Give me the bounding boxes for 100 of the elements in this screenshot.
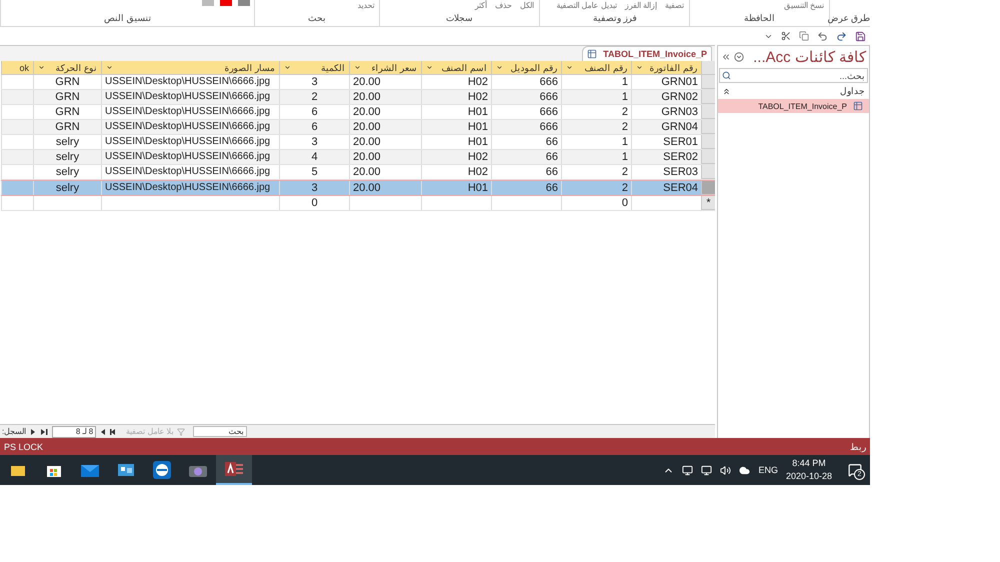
table-cell: 6 xyxy=(279,120,349,134)
ribbon-command[interactable]: إزالة الفرز xyxy=(624,0,658,12)
status-text: PS LOCK xyxy=(4,442,44,452)
dropdown-icon[interactable] xyxy=(354,64,361,71)
search-field[interactable]: بحث xyxy=(192,426,247,437)
column-header[interactable]: الكمية xyxy=(279,61,349,75)
dropdown-icon[interactable] xyxy=(284,64,291,71)
table-cell: 20.00 xyxy=(349,150,421,164)
collapse-icon[interactable] xyxy=(721,52,731,62)
table-cell: 20.00 xyxy=(349,165,421,179)
table-cell: selry xyxy=(33,150,101,164)
table-cell: 5 xyxy=(279,165,349,179)
table-cell: 2 xyxy=(561,181,631,195)
column-header[interactable]: رقم الموديل xyxy=(491,61,561,75)
ribbon-command[interactable]: أكثر xyxy=(474,0,488,12)
table-cell: 2 xyxy=(561,165,631,179)
filter-icon xyxy=(176,428,185,436)
device-icon[interactable] xyxy=(682,464,694,476)
dropdown-icon[interactable] xyxy=(106,64,113,71)
dropdown-icon[interactable] xyxy=(734,52,744,62)
column-header[interactable]: سعر الشراء xyxy=(349,61,421,75)
table-icon xyxy=(853,101,863,111)
group-header[interactable]: جداول xyxy=(840,86,865,96)
table-cell: GRN xyxy=(33,75,101,89)
dropdown-icon[interactable] xyxy=(38,64,45,71)
table-cell: USSEIN\Desktop\HUSSEIN\6666.jpg xyxy=(101,135,279,149)
search-field[interactable]: بحث... xyxy=(719,68,868,83)
dropdown-icon[interactable] xyxy=(426,64,433,71)
table-cell: 3 xyxy=(279,181,349,195)
column-header[interactable]: رقم الصنف xyxy=(561,61,631,75)
column-header[interactable]: ok xyxy=(1,61,33,75)
table-cell: GRN xyxy=(33,90,101,104)
table-cell: USSEIN\Desktop\HUSSEIN\6666.jpg xyxy=(101,90,279,104)
color-swatch[interactable] xyxy=(238,0,250,6)
table-icon xyxy=(587,49,598,59)
color-swatch[interactable] xyxy=(220,0,232,6)
scissors-icon[interactable] xyxy=(781,31,791,41)
ribbon-command[interactable]: نسخ التنسيق xyxy=(782,0,825,12)
table-cell: 2 xyxy=(279,90,349,104)
table-cell: H01 xyxy=(421,120,491,134)
table-cell: 20.00 xyxy=(349,105,421,119)
table-cell: 2 xyxy=(561,120,631,134)
ribbon-command[interactable]: الكل xyxy=(519,0,536,12)
nav-pane-title: كافة كائنات Acc... xyxy=(753,48,866,66)
table-cell: 666 xyxy=(491,90,561,104)
network-icon[interactable] xyxy=(701,464,712,476)
table-cell: 0 xyxy=(561,196,631,210)
ribbon-command[interactable]: تبديل عامل التصفية xyxy=(555,0,618,12)
table-cell: 66 xyxy=(491,150,561,164)
nav-item[interactable]: TABOL_ITEM_Invoice_P xyxy=(718,99,869,113)
database-app-icon[interactable] xyxy=(216,455,252,485)
ribbon-group-label: تنسيق النص xyxy=(102,12,152,24)
last-record-button[interactable] xyxy=(40,428,48,436)
table-cell: USSEIN\Desktop\HUSSEIN\6666.jpg xyxy=(101,181,279,195)
table-cell: selry xyxy=(33,135,101,149)
table-cell: GRN04 xyxy=(631,120,701,134)
table-cell: GRN01 xyxy=(631,75,701,89)
copy-icon[interactable] xyxy=(799,31,809,41)
table-cell: 666 xyxy=(491,105,561,119)
table-cell: 1 xyxy=(561,75,631,89)
column-header[interactable]: نوع الحركة xyxy=(33,61,101,75)
table-cell: H02 xyxy=(421,150,491,164)
language-indicator[interactable]: ENG xyxy=(758,465,778,475)
ribbon-command[interactable]: حذف xyxy=(494,0,514,12)
cloud-icon[interactable] xyxy=(739,464,750,476)
table-cell: USSEIN\Desktop\HUSSEIN\6666.jpg xyxy=(101,105,279,119)
table-cell: 66 xyxy=(491,165,561,179)
table-cell: 1 xyxy=(561,90,631,104)
previous-record-button[interactable] xyxy=(100,428,106,436)
table-cell: H02 xyxy=(421,90,491,104)
table-tab[interactable]: TABOL_ITEM_Invoice_P xyxy=(582,46,712,61)
collapse-icon[interactable] xyxy=(722,86,731,96)
undo-icon[interactable] xyxy=(817,30,828,42)
column-header[interactable]: اسم الصنف xyxy=(421,61,491,75)
column-header[interactable]: رقم الفاتورة xyxy=(631,61,701,75)
table-cell: H02 xyxy=(421,75,491,89)
table-cell: 1 xyxy=(561,135,631,149)
ribbon-command[interactable]: تحديد xyxy=(356,0,376,12)
table-cell: 666 xyxy=(491,120,561,134)
record-position-field[interactable]: 8 لـ 8 xyxy=(52,426,96,438)
save-icon[interactable] xyxy=(855,30,866,42)
dropdown-icon[interactable] xyxy=(496,64,503,71)
table-cell: 20.00 xyxy=(349,120,421,134)
table-cell: 4 xyxy=(279,150,349,164)
column-header[interactable]: مسار الصورة xyxy=(101,61,279,75)
table-cell: SER04 xyxy=(631,181,701,195)
dropdown-icon[interactable] xyxy=(636,64,643,71)
volume-icon[interactable] xyxy=(720,464,732,476)
clock[interactable]: 8:44 PM 2020-10-28 xyxy=(786,457,832,483)
table-cell: USSEIN\Desktop\HUSSEIN\6666.jpg xyxy=(101,165,279,179)
record-label: السجل: xyxy=(2,427,26,436)
dropdown-icon[interactable] xyxy=(566,64,573,71)
table-cell: H01 xyxy=(421,135,491,149)
redo-icon[interactable] xyxy=(836,30,847,42)
search-icon[interactable] xyxy=(722,71,731,80)
color-swatch[interactable] xyxy=(202,0,214,6)
ribbon-command[interactable]: تصفية xyxy=(664,0,686,12)
table-cell: 6 xyxy=(279,105,349,119)
table-cell: SER01 xyxy=(631,135,701,149)
table-cell: 20.00 xyxy=(349,90,421,104)
